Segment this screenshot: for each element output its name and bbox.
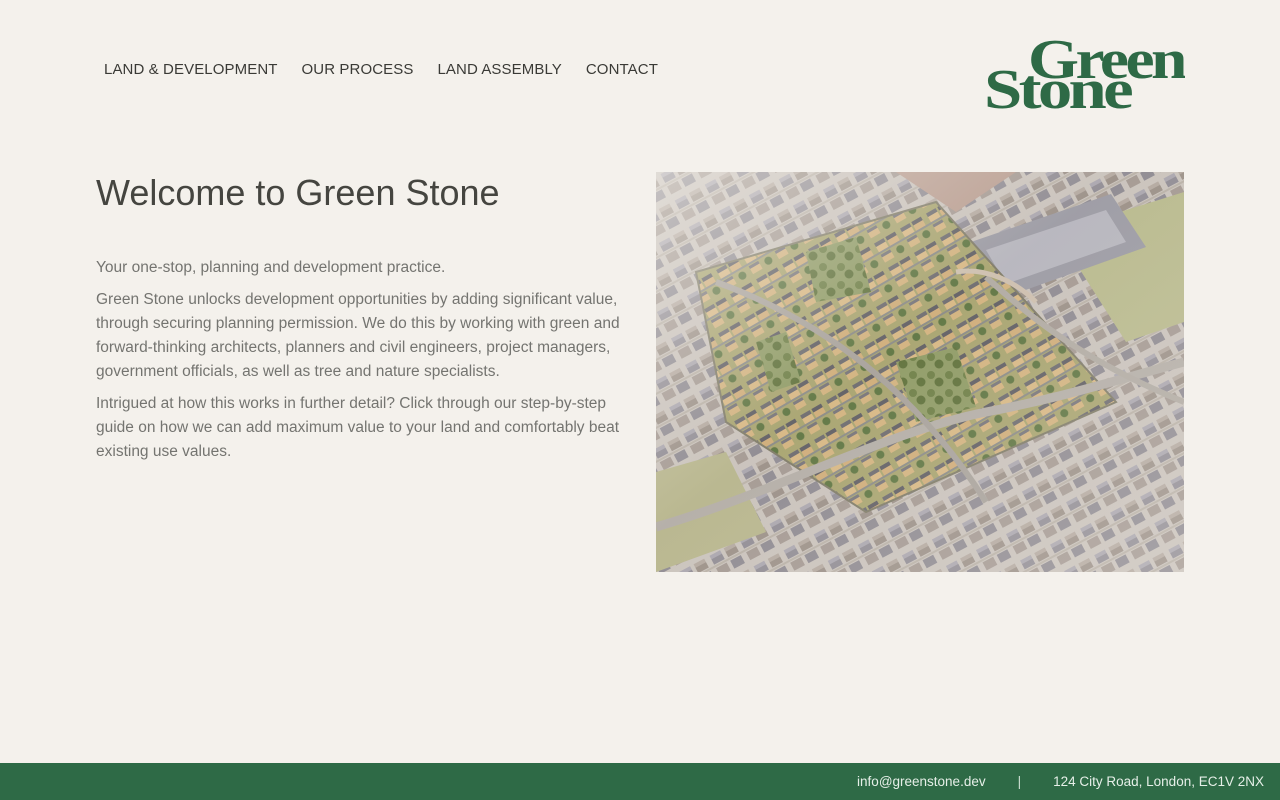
aerial-development-image (656, 172, 1184, 572)
page: LAND & DEVELOPMENT OUR PROCESS LAND ASSE… (0, 0, 1280, 800)
nav-item-contact[interactable]: CONTACT (574, 58, 670, 82)
footer-separator: | (1017, 774, 1022, 789)
nav-item-our-process[interactable]: OUR PROCESS (290, 58, 426, 82)
footer: info@greenstone.dev | 124 City Road, Lon… (0, 763, 1280, 800)
intro-paragraph-1: Green Stone unlocks development opportun… (96, 291, 620, 380)
logo-line-2: Stone (984, 59, 1133, 110)
intro-tagline: Your one-stop, planning and development … (96, 259, 446, 276)
footer-email-link[interactable]: info@greenstone.dev (857, 774, 986, 789)
nav-item-land-assembly[interactable]: LAND ASSEMBLY (425, 58, 573, 82)
aerial-illustration (656, 172, 1184, 572)
intro-paragraph-2: Intrigued at how this works in further d… (96, 395, 619, 460)
logo-wordmark: Green Stone (984, 29, 1190, 121)
main-nav: LAND & DEVELOPMENT OUR PROCESS LAND ASSE… (96, 58, 670, 82)
page-title: Welcome to Green Stone (96, 172, 500, 213)
nav-item-land-development[interactable]: LAND & DEVELOPMENT (96, 58, 290, 82)
intro-section: Welcome to Green Stone Your one-stop, pl… (96, 170, 626, 472)
green-stone-logo[interactable]: Green Stone (983, 29, 1190, 121)
footer-address: 124 City Road, London, EC1V 2NX (1053, 774, 1264, 789)
